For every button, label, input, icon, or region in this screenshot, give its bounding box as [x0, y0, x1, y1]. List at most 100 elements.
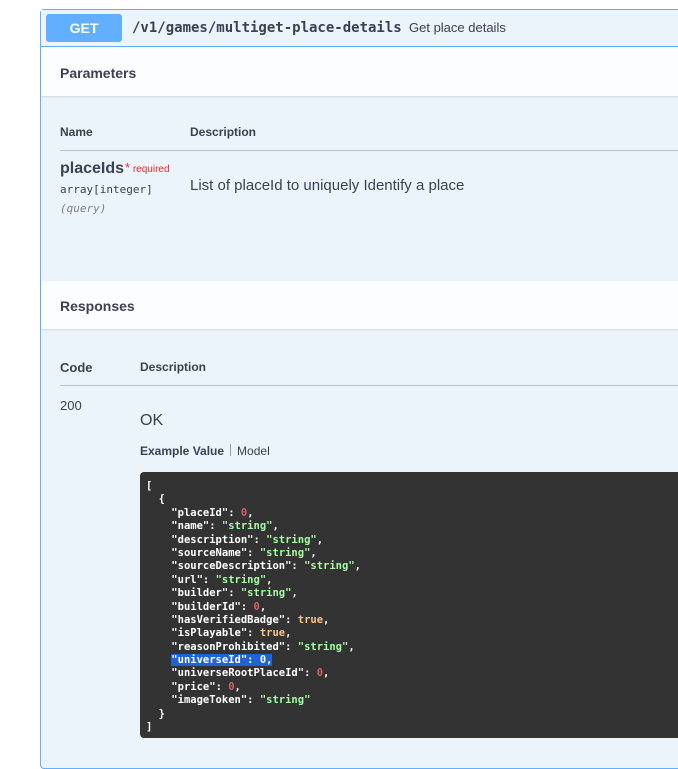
param-col-description: Description [190, 125, 257, 139]
json-comma: , [247, 506, 254, 519]
json-key: "price" [171, 680, 216, 693]
json-key: "builder" [171, 587, 229, 600]
json-value: "string" [266, 533, 317, 546]
code-line: "name": "string", [146, 520, 678, 533]
code-line: "sourceName": "string", [146, 547, 678, 560]
json-key: "hasVerifiedBadge" [171, 613, 286, 626]
json-colon: : [240, 600, 254, 613]
json-comma: , [234, 680, 241, 693]
code-line: "reasonProhibited": "string", [146, 641, 678, 654]
required-label: required [132, 164, 170, 175]
code-line: "universeId": 0, [146, 654, 678, 667]
required-star: * [125, 160, 131, 175]
response-col-code: Code [60, 360, 93, 375]
json-colon: : [247, 546, 260, 559]
http-method-badge: GET [46, 14, 122, 42]
json-key: "reasonProhibited" [171, 640, 286, 653]
json-comma: , [266, 573, 273, 586]
json-comma: , [354, 560, 361, 573]
response-col-description: Description [140, 360, 207, 374]
tab-example-value[interactable]: Example Value [140, 444, 224, 458]
code-line: { [146, 493, 678, 506]
json-colon: : [215, 680, 229, 693]
tab-divider [230, 444, 232, 456]
responses-header: Responses [41, 281, 678, 329]
json-bracket: ] [146, 721, 153, 734]
responses-title: Responses [60, 298, 135, 314]
json-value: "string" [259, 546, 311, 559]
code-line: "imageToken": "string" [146, 694, 678, 707]
json-comma: , [323, 667, 330, 680]
response-description: OK [140, 412, 164, 429]
json-key: "sourceName" [171, 546, 248, 559]
json-comma: , [316, 533, 324, 546]
json-colon: : [247, 694, 260, 707]
code-line: "hasVerifiedBadge": true, [146, 614, 678, 627]
json-colon: : [285, 613, 298, 626]
code-line: ] [146, 721, 678, 734]
code-line: "placeId": 0, [146, 507, 678, 520]
code-line: "description": "string", [146, 534, 678, 547]
code-line: "price": 0, [146, 681, 678, 694]
json-colon: : [253, 533, 267, 546]
code-line: "builder": "string", [146, 587, 678, 600]
json-key: "imageToken" [171, 694, 248, 707]
json-key: "sourceDescription" [171, 560, 292, 573]
example-json-code-block[interactable]: [ { "placeId": 0, "name": "string", "des… [140, 472, 678, 738]
json-key: "builderId" [171, 600, 241, 613]
json-colon: : [291, 560, 305, 573]
example-tabs: Example Value Model [140, 444, 270, 458]
json-key: "description" [171, 533, 254, 546]
json-colon: : [247, 654, 260, 667]
code-line: "url": "string", [146, 574, 678, 587]
json-value: true [297, 613, 324, 626]
tab-model[interactable]: Model [237, 444, 270, 458]
json-value: "string" [304, 560, 355, 573]
required-marker: * required [125, 160, 170, 175]
json-comma: , [272, 520, 279, 533]
code-line: "builderId": 0, [146, 601, 678, 614]
code-line: "isPlayable": true, [146, 627, 678, 640]
json-bracket: [ [146, 480, 153, 492]
json-value: "string" [297, 640, 349, 653]
json-bracket: { [158, 493, 165, 506]
json-comma: , [291, 587, 298, 600]
json-value: "string" [259, 694, 311, 707]
json-value: "string" [215, 573, 267, 586]
json-comma: , [348, 640, 355, 653]
code-line: "sourceDescription": "string", [146, 560, 678, 573]
json-colon: : [285, 640, 298, 653]
param-description: List of placeId to uniquely Identify a p… [190, 177, 465, 194]
json-bracket: } [158, 707, 165, 720]
selected-text-highlight: "universeId": 0, [171, 654, 273, 667]
param-type: array[integer] [60, 183, 153, 196]
json-key: "name" [171, 520, 210, 533]
json-colon: : [247, 627, 260, 640]
param-location: (query) [60, 202, 107, 215]
json-comma: , [323, 613, 330, 626]
endpoint-path: /v1/games/multiget-place-details [132, 20, 402, 36]
json-comma: , [310, 546, 317, 559]
response-code: 200 [60, 398, 82, 413]
json-comma: , [285, 627, 292, 640]
operation-summary[interactable]: GET /v1/games/multiget-place-details Get… [41, 10, 678, 47]
param-col-name: Name [60, 125, 93, 139]
json-key: "placeId" [171, 506, 229, 519]
json-colon: : [228, 587, 241, 600]
json-key: "isPlayable" [171, 627, 248, 640]
response-divider [60, 385, 678, 386]
json-colon: : [202, 573, 216, 586]
endpoint-summary: Get place details [409, 20, 506, 35]
